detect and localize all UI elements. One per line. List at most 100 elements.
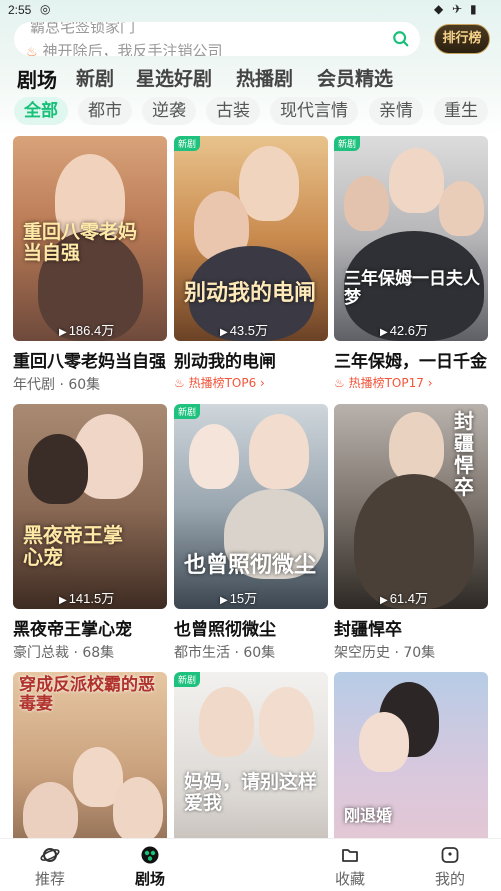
tab-new[interactable]: 新剧 — [76, 64, 114, 91]
poster-figure — [439, 181, 484, 236]
poster-figure — [389, 148, 444, 213]
drama-meta: 豪门总裁 · 68集 — [13, 645, 115, 661]
view-count-text: 61.4万 — [389, 591, 429, 606]
fire-icon: ♨ — [26, 45, 38, 56]
play-icon: ▶ — [220, 327, 228, 338]
play-icon: ▶ — [59, 595, 67, 606]
drama-card[interactable]: 封疆悍卒 ▶ 61.4万 封疆悍卒 架空历史 · 70集 — [334, 404, 488, 662]
drama-poster[interactable]: 封疆悍卒 ▶ 61.4万 — [334, 404, 488, 609]
tab-vip[interactable]: 会员精选 — [317, 64, 393, 91]
poster-figure — [259, 687, 314, 757]
new-badge: 新剧 — [334, 136, 361, 151]
drama-poster[interactable]: 重回八零老妈当自强 ▶ 186.4万 — [13, 136, 167, 341]
view-count-text: 141.5万 — [68, 591, 115, 606]
nav-recommend[interactable]: 推荐 — [20, 845, 80, 889]
drama-card[interactable]: 新剧 别动我的电闸 ▶ 43.5万 别动我的电闸 ♨ 热播榜TOP6 › — [174, 136, 328, 391]
drama-title[interactable]: 黑夜帝王掌心宠 — [13, 615, 167, 640]
view-count: ▶ 186.4万 — [59, 320, 114, 339]
new-badge: 新剧 — [174, 404, 201, 419]
poster-figure — [189, 424, 239, 489]
ranking-button[interactable]: 排行榜 — [434, 24, 490, 54]
poster-figure — [249, 414, 309, 489]
category-costume[interactable]: 古装 — [206, 97, 260, 125]
category-chips: 全部 都市 逆袭 古装 现代言情 亲情 重生 — [0, 97, 501, 125]
category-modern-romance[interactable]: 现代言情 — [270, 97, 358, 125]
new-badge: 新剧 — [174, 672, 201, 687]
search-suggestion-2-text: 神开除后，我反手注销公司 — [42, 42, 223, 56]
drama-card[interactable]: 重回八零老妈当自强 ▶ 186.4万 重回八零老妈当自强 年代剧 · 60集 — [13, 136, 167, 394]
drama-poster[interactable]: 新剧 三年保姆一日夫人梦 ▶ 42.6万 — [334, 136, 488, 341]
hot-rank-text: 热播榜TOP6 — [188, 376, 257, 390]
poster-title: 三年保姆一日夫人梦 — [344, 269, 480, 308]
drama-card[interactable]: 新剧 也曾照彻微尘 ▶ 15万 也曾照彻微尘 都市生活 · 60集 — [174, 404, 328, 662]
category-comeback[interactable]: 逆袭 — [142, 97, 196, 125]
poster-figure — [239, 146, 299, 221]
drama-meta: 架空历史 · 70集 — [334, 645, 436, 661]
poster-figure — [28, 434, 88, 504]
view-count: ▶ 61.4万 — [380, 588, 428, 607]
drama-title[interactable]: 三年保姆，一日千金 — [334, 347, 488, 372]
poster-title: 也曾照彻微尘 — [184, 553, 317, 578]
search-bar[interactable]: 霸总宅签锁家门 ♨ 神开除后，我反手注销公司 — [14, 22, 420, 56]
poster-title: 别动我的电闸 — [184, 281, 317, 306]
tab-hot[interactable]: 热播剧 — [236, 64, 293, 91]
planet-icon — [40, 848, 60, 862]
drama-meta: 都市生活 · 60集 — [174, 645, 276, 661]
drama-title[interactable]: 别动我的电闸 — [174, 347, 328, 372]
view-count-text: 42.6万 — [389, 323, 429, 338]
drama-card[interactable]: 新剧 三年保姆一日夫人梦 ▶ 42.6万 三年保姆，一日千金 ♨ 热播榜TOP17… — [334, 136, 488, 391]
hot-rank-text: 热播榜TOP17 — [348, 376, 424, 390]
play-icon: ▶ — [380, 327, 388, 338]
wifi-icon: ◆ — [434, 2, 444, 16]
nav-label: 我的 — [434, 870, 465, 888]
category-family[interactable]: 亲情 — [369, 97, 423, 125]
poster-figure — [113, 777, 163, 842]
drama-title[interactable]: 重回八零老妈当自强 — [13, 347, 167, 372]
poster-title: 刚退婚 — [344, 806, 393, 825]
main-tabs: 剧场 新剧 星选好剧 热播剧 会员精选 — [0, 64, 501, 94]
new-badge: 新剧 — [174, 136, 201, 151]
tab-theater[interactable]: 剧场 — [17, 64, 57, 93]
drama-meta: 年代剧 · 60集 — [13, 377, 101, 393]
nav-label: 收藏 — [334, 870, 365, 888]
view-count: ▶ 42.6万 — [380, 320, 428, 339]
nav-theater[interactable]: 剧场 — [120, 845, 180, 889]
search-icon[interactable] — [392, 30, 410, 48]
poster-figure — [359, 712, 409, 772]
tab-star-picks[interactable]: 星选好剧 — [136, 64, 212, 91]
hot-rank: ♨ 热播榜TOP17 › — [334, 376, 433, 390]
play-icon: ▶ — [220, 595, 228, 606]
category-urban[interactable]: 都市 — [78, 97, 132, 125]
status-bar: 2:55 ◎ ◆ ✈ ▮ — [0, 0, 501, 20]
airplane-icon: ✈ — [452, 2, 463, 16]
drama-card[interactable]: 黑夜帝王掌心宠 ▶ 141.5万 黑夜帝王掌心宠 豪门总裁 · 68集 — [13, 404, 167, 662]
drama-poster[interactable]: 新剧 别动我的电闸 ▶ 43.5万 — [174, 136, 328, 341]
category-rebirth[interactable]: 重生 — [434, 97, 488, 125]
poster-figure — [344, 176, 389, 231]
profile-icon — [441, 847, 459, 863]
nav-favorites[interactable]: 收藏 — [320, 845, 380, 889]
poster-figure — [389, 412, 444, 482]
bottom-nav: 推荐 剧场 收藏 我的 — [0, 838, 501, 891]
view-count: ▶ 43.5万 — [220, 320, 268, 339]
drama-poster[interactable]: 新剧 也曾照彻微尘 ▶ 15万 — [174, 404, 328, 609]
hotspot-icon: ◎ — [40, 2, 51, 16]
poster-title: 穿成反派校霸的恶毒妻 — [19, 675, 155, 714]
category-all[interactable]: 全部 — [14, 97, 68, 125]
view-count: ▶ 141.5万 — [59, 588, 114, 607]
nav-label: 剧场 — [134, 870, 165, 888]
nav-profile[interactable]: 我的 — [420, 845, 480, 889]
poster-title: 封疆悍卒 — [454, 409, 474, 499]
hot-rank: ♨ 热播榜TOP6 › — [174, 376, 265, 390]
drama-poster[interactable]: 黑夜帝王掌心宠 ▶ 141.5万 — [13, 404, 167, 609]
search-suggestion-1: 霸总宅签锁家门 — [30, 22, 136, 36]
view-count-text: 43.5万 — [229, 323, 269, 338]
battery-icon: ▮ — [470, 2, 477, 16]
drama-title[interactable]: 封疆悍卒 — [334, 615, 488, 640]
poster-title: 妈妈，请别这样爱我 — [184, 771, 318, 814]
view-count-text: 186.4万 — [68, 323, 115, 338]
poster-figure — [199, 687, 254, 757]
view-count-text: 15万 — [229, 591, 258, 606]
drama-title[interactable]: 也曾照彻微尘 — [174, 615, 328, 640]
theater-icon — [141, 846, 159, 864]
